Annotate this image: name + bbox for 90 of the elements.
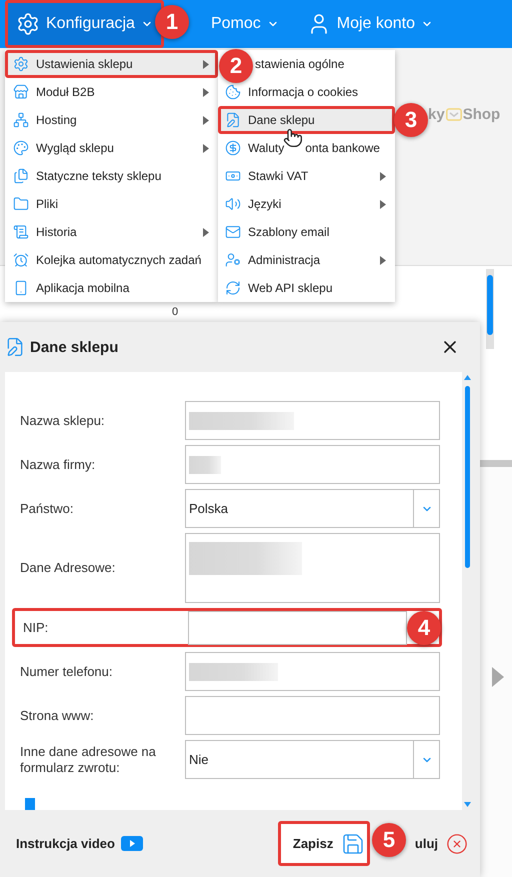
menu-item[interactable]: Kolejka automatycznych zadań [5,246,218,274]
menu-item-label: Hosting [36,113,77,127]
alarm-clock-icon [13,252,29,268]
menu-item[interactable]: Statyczne teksty sklepu [5,162,218,190]
scroll-down-icon[interactable] [464,802,470,807]
save-icon [341,832,366,856]
menu-item-label: Stawki VAT [248,169,308,183]
cookie-icon [225,84,241,100]
input-field[interactable] [185,401,440,440]
menu-item-label: Aplikacja mobilna [36,281,130,295]
menu-item-label: Web API sklepu [248,281,332,295]
menu-item[interactable]: Hosting [5,106,218,134]
field-label: NIP: [22,620,50,636]
dialog-title: Dane sklepu [30,338,118,356]
field-label: Numer telefonu: [19,664,114,680]
user-gear-icon [225,252,241,268]
menu-item-label: Ustawienia sklepu [36,57,133,71]
smartphone-icon [13,280,29,296]
cancel-button[interactable]: uluj [414,832,468,854]
menu-item-label: Szablony email [248,225,330,239]
select-field[interactable]: Polska [185,489,440,528]
folder-icon [13,196,29,212]
field-label: Nazwa sklepu: [19,412,106,428]
menu-item[interactable]: Pliki [5,190,218,218]
gear-icon [16,12,40,36]
logo-text: ky [428,106,445,123]
menu-item[interactable]: Szablony email [218,218,395,246]
menu-item-label: Języki [248,197,282,211]
input-field[interactable] [185,652,440,691]
menu-item[interactable]: Administracja [218,246,395,274]
menu-item-label: Kolejka automatycznych zadań [36,253,202,267]
textarea-field[interactable] [185,533,440,603]
menu-item-label: Dane sklepu [248,113,315,127]
document-edit-icon [5,337,25,357]
menu-item[interactable]: Języki [218,190,395,218]
logo-text: Shop [462,106,500,123]
input-field[interactable] [188,610,407,644]
select-field[interactable]: Nie [185,740,440,779]
mail-icon [225,224,241,240]
field-label: Strona www: [19,708,95,724]
network-icon [13,112,29,128]
video-instructions-link[interactable]: Instrukcja video [16,836,115,851]
menu-item-label: Pliki [36,197,58,211]
menu-item-label: Informacja o cookies [248,85,358,99]
field-label: Inne dane adresowe na formularz zwrotu: [19,744,157,776]
menu-item-label: onta bankowe [305,141,380,155]
menu-item[interactable]: Web API sklepu [218,274,395,302]
scrollbar[interactable] [486,269,494,349]
menu-item-label: Administracja [248,253,320,267]
select-value: Polska [188,501,230,516]
menu-item[interactable]: Stawki VAT [218,162,395,190]
input-field[interactable] [185,445,440,484]
dollar-icon [225,140,241,156]
store-icon [13,84,29,100]
field-label: Dane Adresowe: [19,560,116,576]
menu-item-label: Historia [36,225,77,239]
scroll-up-icon[interactable] [464,375,470,380]
hand-cursor-icon [283,128,303,148]
input-field[interactable] [185,696,440,735]
document-edit-icon [225,112,241,128]
menu-item-label: Statyczne teksty sklepu [36,169,162,183]
documents-icon [13,168,29,184]
menu-item[interactable]: Historia [5,218,218,246]
field-label: Nazwa firmy: [19,456,96,472]
menu-item[interactable]: Moduł B2B [5,78,218,106]
table-cell: 0 [172,306,178,320]
gear-icon [13,56,29,72]
menu-item[interactable]: Aplikacja mobilna [5,274,218,302]
menu-item-label: Waluty [248,141,284,155]
menu-item[interactable]: Informacja o cookies [218,78,395,106]
save-button[interactable]: Zapisz [278,821,370,866]
refresh-icon [225,280,241,296]
cancel-icon [446,832,468,854]
log-icon [13,224,29,240]
speaker-icon [225,196,241,212]
menu-item-label: Wygląd sklepu [36,141,114,155]
menu-item-label: stawienia ogólne [255,57,344,71]
blurred-value [189,456,221,474]
select-value: Nie [188,752,210,767]
menu-item[interactable]: Dane sklepu [218,106,395,134]
nav-item[interactable]: Konfiguracja [5,0,164,48]
menu-item[interactable]: Ustawienia sklepu [5,50,218,78]
menu-item[interactable]: Wygląd sklepu [5,134,218,162]
play-icon[interactable] [120,836,143,851]
menu-item-label: Moduł B2B [36,85,95,99]
palette-icon [13,140,29,156]
logo-icon [446,108,462,121]
next-arrow-icon[interactable] [492,667,504,687]
menu-item[interactable]: Waluty onta bankowe [218,134,395,162]
field-label: Państwo: [19,500,74,516]
